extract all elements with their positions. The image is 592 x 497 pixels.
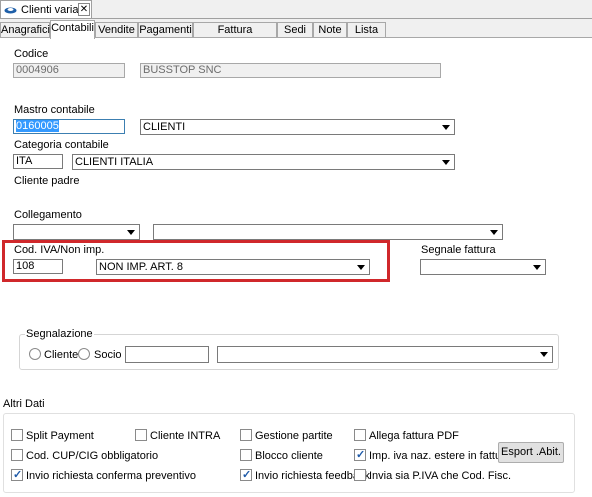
- imp-iva-estere-label: Imp. iva naz. estere in fattura: [369, 450, 511, 462]
- collegamento-label: Collegamento: [14, 209, 82, 221]
- mastro-select[interactable]: CLIENTI: [140, 119, 455, 135]
- blocco-cliente-label: Blocco cliente: [255, 450, 323, 462]
- collegamento-select-1[interactable]: [13, 224, 140, 240]
- allega-fattura-pdf-checkbox[interactable]: [354, 429, 366, 441]
- categoria-code-input[interactable]: ITA: [13, 154, 63, 169]
- check-icon: ✓: [242, 469, 252, 481]
- altri-dati-label: Altri Dati: [3, 398, 45, 410]
- conferma-preventivo-checkbox[interactable]: ✓: [11, 469, 23, 481]
- chevron-down-icon: [540, 352, 548, 357]
- categoria-select-value: CLIENTI ITALIA: [75, 156, 154, 168]
- codice-label: Codice: [14, 48, 49, 60]
- categoria-select[interactable]: CLIENTI ITALIA: [72, 154, 455, 170]
- radio-socio-label: Socio: [94, 349, 122, 361]
- cod-iva-select-value: NON IMP. ART. 8: [99, 261, 183, 273]
- gestione-partite-checkbox[interactable]: [240, 429, 252, 441]
- check-icon: ✓: [13, 469, 23, 481]
- richiesta-feedback-checkbox[interactable]: ✓: [240, 469, 252, 481]
- blocco-cliente-checkbox[interactable]: [240, 449, 252, 461]
- app-logo-icon: [4, 7, 17, 14]
- cod-iva-code-input[interactable]: 108: [13, 259, 63, 274]
- invia-piva-codfisc-checkbox[interactable]: [354, 469, 366, 481]
- chevron-down-icon: [357, 265, 365, 270]
- allega-fattura-pdf-label: Allega fattura PDF: [369, 430, 459, 442]
- chevron-down-icon: [442, 125, 450, 130]
- cliente-padre-label: Cliente padre: [14, 175, 80, 187]
- categoria-label: Categoria contabile: [14, 139, 109, 151]
- tab-vendite[interactable]: Vendite: [95, 22, 138, 38]
- ragione-sociale-field[interactable]: BUSSTOP SNC: [140, 63, 441, 78]
- tab-contabili[interactable]: Contabili: [50, 20, 95, 39]
- tab-sedi[interactable]: Sedi: [277, 22, 313, 38]
- chevron-down-icon: [533, 265, 541, 270]
- collegamento-select-2[interactable]: [153, 224, 503, 240]
- split-payment-label: Split Payment: [26, 430, 94, 442]
- close-icon[interactable]: ✕: [78, 3, 90, 16]
- segnalazione-label: Segnalazione: [25, 328, 94, 340]
- gestione-partite-label: Gestione partite: [255, 430, 333, 442]
- radio-cliente[interactable]: [29, 348, 41, 360]
- imp-iva-estere-checkbox[interactable]: ✓: [354, 449, 366, 461]
- mastro-code-input[interactable]: 0160005: [13, 119, 125, 134]
- cod-cup-cig-checkbox[interactable]: [11, 449, 23, 461]
- cod-iva-select[interactable]: NON IMP. ART. 8: [96, 259, 370, 275]
- document-tab-title: Clienti varia: [21, 4, 79, 16]
- cod-cup-cig-label: Cod. CUP/CIG obbligatorio: [26, 450, 159, 462]
- tab-fattura-elettronica[interactable]: Fattura elettronica: [193, 22, 277, 50]
- title-divider: [0, 18, 592, 19]
- invia-piva-codfisc-label: Invia sia P.IVA che Cod. Fisc.: [369, 470, 512, 482]
- document-tab[interactable]: Clienti varia ✕: [0, 0, 92, 19]
- chevron-down-icon: [442, 160, 450, 165]
- radio-cliente-label: Cliente: [44, 349, 79, 361]
- chevron-down-icon: [127, 230, 135, 235]
- cod-iva-label: Cod. IVA/Non imp.: [14, 244, 105, 256]
- cliente-intra-label: Cliente INTRA: [150, 430, 221, 442]
- segnalazione-code-input[interactable]: [125, 346, 209, 363]
- check-icon: ✓: [356, 449, 366, 461]
- richiesta-feedback-label: Invio richiesta feedback: [255, 470, 370, 482]
- tab-anagrafici[interactable]: Anagrafici: [0, 22, 50, 38]
- cliente-intra-checkbox[interactable]: [135, 429, 147, 441]
- esport-abit-button[interactable]: Esport .Abit.: [498, 442, 564, 463]
- chevron-down-icon: [490, 230, 498, 235]
- tab-note[interactable]: Note: [313, 22, 347, 38]
- segnale-fattura-label: Segnale fattura: [421, 244, 496, 256]
- mastro-code-value: 0160005: [16, 120, 59, 132]
- segnalazione-select[interactable]: [217, 346, 553, 363]
- codice-field[interactable]: 0004906: [13, 63, 125, 78]
- tab-pagamenti[interactable]: Pagamenti: [138, 22, 193, 38]
- conferma-preventivo-label: Invio richiesta conferma preventivo: [26, 470, 196, 482]
- mastro-select-value: CLIENTI: [143, 121, 186, 133]
- split-payment-checkbox[interactable]: [11, 429, 23, 441]
- mastro-label: Mastro contabile: [14, 104, 95, 116]
- segnale-fattura-select[interactable]: [420, 259, 546, 275]
- radio-socio[interactable]: [78, 348, 90, 360]
- tab-lista[interactable]: Lista: [347, 22, 386, 38]
